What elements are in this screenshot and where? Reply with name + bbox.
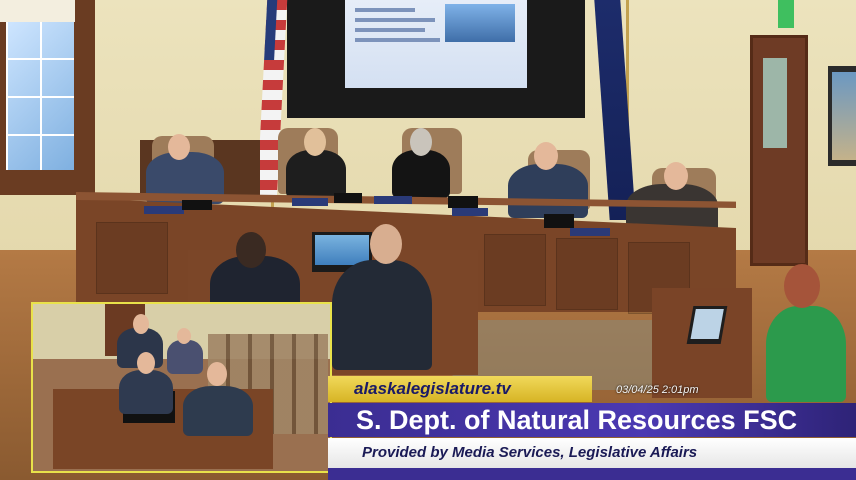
legislator-head — [534, 142, 558, 170]
timestamp: 03/04/25 2:01pm — [616, 384, 699, 396]
staff-head — [370, 224, 402, 264]
name-plate — [144, 206, 184, 214]
dais-monitor — [448, 196, 478, 208]
dais-monitor — [182, 200, 212, 210]
window — [0, 0, 95, 195]
tablet — [686, 306, 728, 344]
staff-head — [236, 232, 266, 268]
legislator-head — [168, 134, 190, 160]
legislator — [286, 150, 346, 198]
wall-painting — [828, 66, 856, 166]
dais-monitor — [334, 193, 362, 203]
presentation-slide — [345, 0, 527, 88]
committee-title: S. Dept. of Natural Resources FSC — [328, 403, 856, 437]
name-plate — [452, 208, 488, 216]
chyron-bottom-bar — [328, 468, 856, 480]
dais-monitor — [544, 214, 574, 228]
legislator-head — [664, 162, 688, 190]
hearing-room-scene: alaskalegislature.tv 03/04/25 2:01pm S. … — [0, 0, 856, 480]
picture-in-picture-view — [31, 302, 332, 473]
legislator-head — [410, 128, 432, 156]
legislator — [508, 164, 588, 218]
name-plate — [374, 196, 412, 204]
name-plate — [570, 228, 610, 236]
credit-line: Provided by Media Services, Legislative … — [328, 438, 856, 468]
name-plate — [292, 198, 328, 206]
testifier-head — [784, 264, 820, 308]
projector-screen — [287, 0, 585, 118]
site-url: alaskalegislature.tv — [328, 376, 592, 402]
staff-member — [332, 260, 432, 370]
door — [750, 35, 808, 266]
legislator — [392, 150, 450, 198]
legislator-head — [304, 128, 326, 156]
broadcast-chyron: alaskalegislature.tv 03/04/25 2:01pm S. … — [328, 376, 856, 480]
exit-sign-icon — [778, 0, 794, 28]
